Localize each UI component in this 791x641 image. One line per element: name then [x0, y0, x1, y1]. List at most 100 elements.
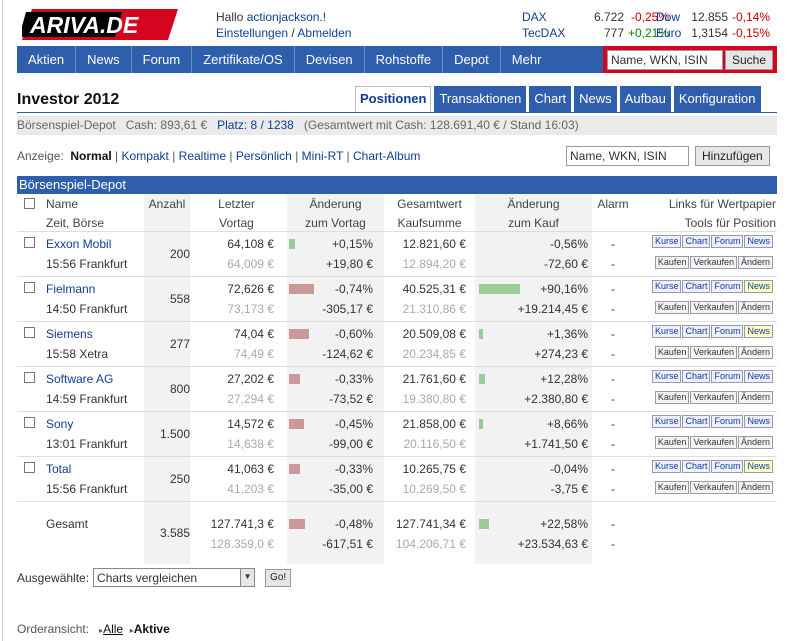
buy-button[interactable]: Kaufen: [654, 301, 690, 314]
news-button[interactable]: News: [744, 235, 773, 248]
sell-button[interactable]: Verkaufen: [690, 301, 737, 314]
news-button[interactable]: News: [744, 325, 773, 338]
news-button[interactable]: News: [744, 280, 773, 293]
news-button[interactable]: News: [744, 460, 773, 473]
search-input[interactable]: [606, 49, 723, 70]
security-link[interactable]: Exxon Mobil: [46, 237, 111, 251]
nav-item-forum[interactable]: Forum: [132, 46, 193, 73]
row-checkbox[interactable]: [24, 462, 35, 473]
security-link[interactable]: Total: [46, 462, 71, 476]
news-button[interactable]: News: [744, 415, 773, 428]
bulk-action-select[interactable]: Charts vergleichen ▼: [93, 568, 256, 587]
quotes-button[interactable]: Kurse: [651, 415, 682, 428]
buy-button[interactable]: Kaufen: [654, 256, 690, 269]
edit-button[interactable]: Ändern: [737, 256, 773, 269]
index-name[interactable]: Euro: [656, 25, 686, 41]
col-tools: Tools für Position: [684, 216, 776, 230]
sell-button[interactable]: Verkaufen: [690, 391, 737, 404]
row-checkbox[interactable]: [24, 237, 35, 248]
settings-link[interactable]: Einstellungen: [216, 26, 288, 40]
buy-button[interactable]: Kaufen: [654, 436, 690, 449]
go-button[interactable]: Go!: [265, 568, 292, 587]
logout-link[interactable]: Abmelden: [297, 26, 351, 40]
news-button[interactable]: News: [744, 370, 773, 383]
position-value: 20.509,08 €: [402, 327, 466, 341]
tab-positionen[interactable]: Positionen: [355, 86, 432, 112]
security-name[interactable]: Total: [46, 459, 71, 479]
sell-button[interactable]: Verkaufen: [690, 436, 737, 449]
view-link-mini-rt[interactable]: Mini-RT: [302, 149, 344, 163]
nav-item-zertifikate[interactable]: Zertifikate/OS: [192, 46, 295, 73]
row-checkbox[interactable]: [24, 372, 35, 383]
tab-transaktionen[interactable]: Transaktionen: [434, 86, 527, 112]
edit-button[interactable]: Ändern: [737, 391, 773, 404]
tab-chart[interactable]: Chart: [529, 86, 572, 112]
view-link-persoenlich[interactable]: Persönlich: [236, 149, 292, 163]
chart-button[interactable]: Chart: [682, 415, 711, 428]
dropdown-arrow-icon[interactable]: ▼: [240, 569, 255, 586]
security-link[interactable]: Software AG: [46, 372, 113, 386]
view-link-realtime[interactable]: Realtime: [179, 149, 226, 163]
security-name[interactable]: Exxon Mobil: [46, 234, 111, 254]
nav-item-aktien[interactable]: Aktien: [17, 46, 77, 73]
row-checkbox[interactable]: [24, 327, 35, 338]
quotes-button[interactable]: Kurse: [651, 280, 682, 293]
quotes-button[interactable]: Kurse: [651, 325, 682, 338]
edit-button[interactable]: Ändern: [737, 436, 773, 449]
depot-rank-link[interactable]: Platz: 8 / 1238: [217, 118, 294, 132]
buy-button[interactable]: Kaufen: [654, 391, 690, 404]
security-name[interactable]: Siemens: [46, 324, 93, 344]
username-link[interactable]: actionjackson.!: [247, 10, 326, 24]
forum-button[interactable]: Forum: [711, 370, 744, 383]
edit-button[interactable]: Ändern: [737, 301, 773, 314]
quotes-button[interactable]: Kurse: [651, 370, 682, 383]
tab-news[interactable]: News: [574, 86, 617, 112]
view-link-kompakt[interactable]: Kompakt: [122, 149, 169, 163]
nav-item-mehr[interactable]: Mehr: [501, 46, 553, 73]
forum-button[interactable]: Forum: [711, 415, 744, 428]
security-name[interactable]: Software AG: [46, 369, 113, 389]
index-name[interactable]: Dow: [656, 9, 686, 25]
row-checkbox[interactable]: [24, 282, 35, 293]
sell-button[interactable]: Verkaufen: [690, 256, 737, 269]
buy-button[interactable]: Kaufen: [654, 346, 690, 359]
nav-item-devisen[interactable]: Devisen: [295, 46, 365, 73]
security-link[interactable]: Sony: [46, 417, 73, 431]
view-link-chart-album[interactable]: Chart-Album: [353, 149, 420, 163]
nav-item-depot[interactable]: Depot: [443, 46, 501, 73]
select-all-checkbox[interactable]: [24, 198, 35, 209]
index-name[interactable]: DAX: [522, 9, 568, 25]
order-all-link[interactable]: Alle: [103, 622, 123, 636]
position-row: Software AG 14:59 Frankfurt 800 27,202 € 27,…: [17, 367, 777, 412]
nav-item-rohstoffe[interactable]: Rohstoffe: [365, 46, 444, 73]
forum-button[interactable]: Forum: [711, 280, 744, 293]
row-checkbox[interactable]: [24, 417, 35, 428]
security-name[interactable]: Sony: [46, 414, 73, 434]
edit-button[interactable]: Ändern: [737, 481, 773, 494]
edit-button[interactable]: Ändern: [737, 346, 773, 359]
forum-button[interactable]: Forum: [711, 460, 744, 473]
nav-item-news[interactable]: News: [76, 46, 132, 73]
forum-button[interactable]: Forum: [711, 235, 744, 248]
quotes-button[interactable]: Kurse: [651, 235, 682, 248]
chart-button[interactable]: Chart: [682, 325, 711, 338]
chart-button[interactable]: Chart: [682, 280, 711, 293]
search-button[interactable]: Suche: [724, 49, 773, 70]
sell-button[interactable]: Verkaufen: [690, 346, 737, 359]
chart-button[interactable]: Chart: [682, 460, 711, 473]
index-name[interactable]: TecDAX: [522, 25, 568, 41]
security-link[interactable]: Fielmann: [46, 282, 95, 296]
sell-button[interactable]: Verkaufen: [690, 481, 737, 494]
quotes-button[interactable]: Kurse: [651, 460, 682, 473]
add-security-input[interactable]: [566, 146, 689, 166]
tab-aufbau[interactable]: Aufbau: [619, 86, 671, 112]
forum-button[interactable]: Forum: [711, 325, 744, 338]
ariva-logo[interactable]: ARIVA.DE: [22, 9, 178, 40]
chart-button[interactable]: Chart: [682, 370, 711, 383]
add-security-button[interactable]: Hinzufügen: [695, 146, 770, 166]
security-link[interactable]: Siemens: [46, 327, 93, 341]
chart-button[interactable]: Chart: [682, 235, 711, 248]
security-name[interactable]: Fielmann: [46, 279, 95, 299]
buy-button[interactable]: Kaufen: [654, 481, 690, 494]
tab-konfiguration[interactable]: Konfiguration: [673, 86, 761, 112]
